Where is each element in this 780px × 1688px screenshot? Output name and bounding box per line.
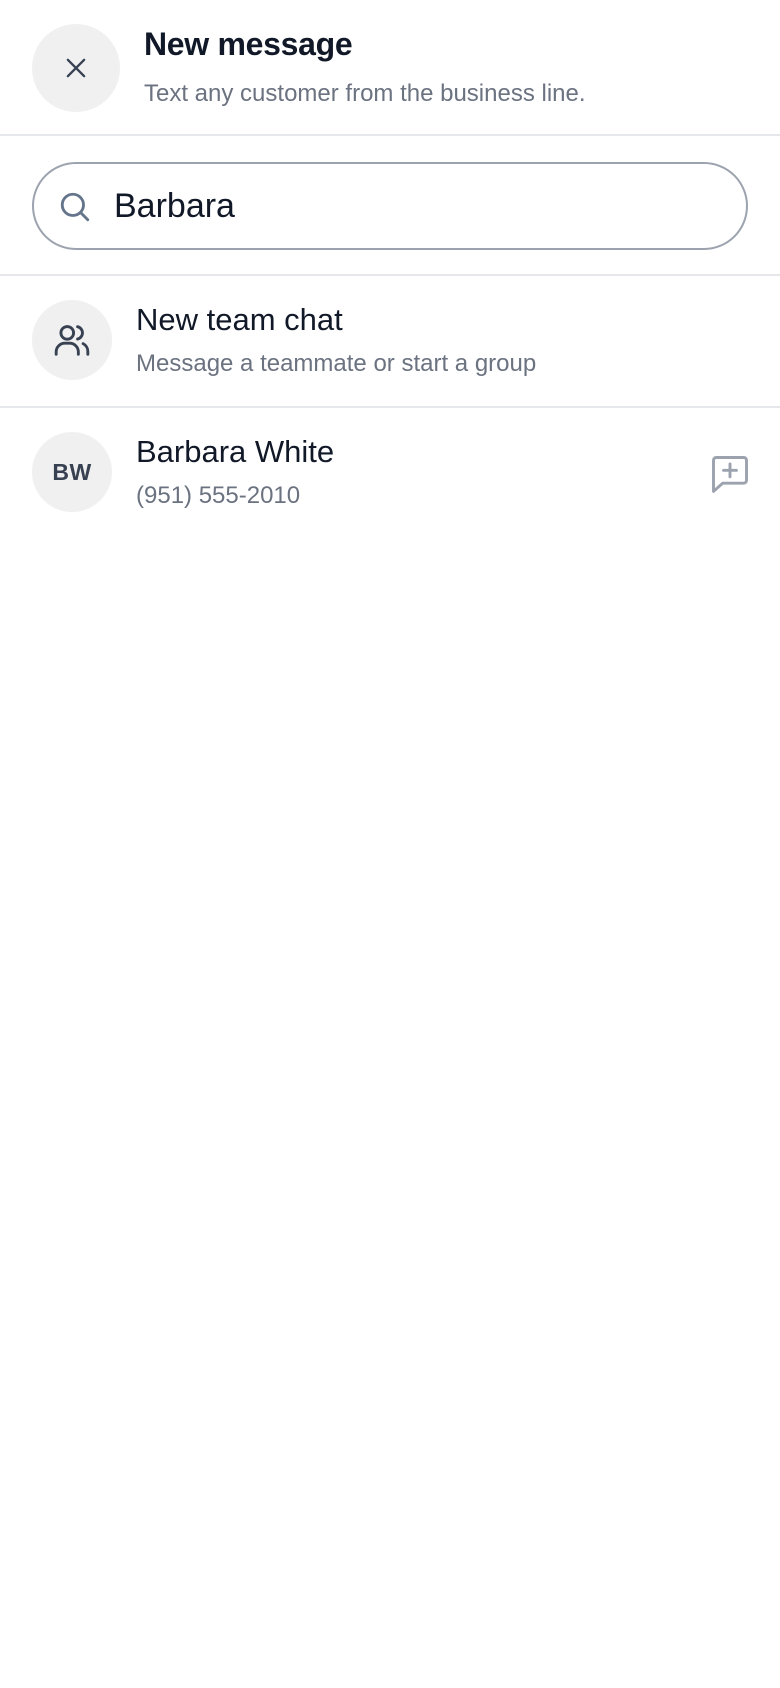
page-subtitle: Text any customer from the business line…: [144, 80, 586, 107]
avatar-initials: BW: [52, 458, 92, 485]
header: New message Text any customer from the b…: [0, 0, 780, 136]
contact-list-item[interactable]: BW Barbara White (951) 555-2010: [0, 408, 780, 540]
search-area: [0, 136, 780, 276]
search-box[interactable]: [32, 162, 748, 250]
close-button[interactable]: [32, 24, 120, 112]
search-input[interactable]: [114, 176, 714, 236]
contact-avatar: BW: [32, 432, 112, 512]
team-chat-avatar: [32, 300, 112, 380]
search-icon: [60, 192, 90, 222]
message-plus-icon[interactable]: [708, 452, 752, 496]
page-title: New message: [144, 26, 353, 62]
new-team-chat-item[interactable]: New team chat Message a teammate or star…: [0, 276, 780, 408]
close-icon: [66, 58, 86, 78]
users-icon: [54, 325, 90, 356]
contact-name: Barbara White: [136, 434, 335, 469]
team-chat-title: New team chat: [136, 302, 343, 337]
contact-phone: (951) 555-2010: [136, 482, 301, 509]
team-chat-subtitle: Message a teammate or start a group: [136, 350, 537, 377]
